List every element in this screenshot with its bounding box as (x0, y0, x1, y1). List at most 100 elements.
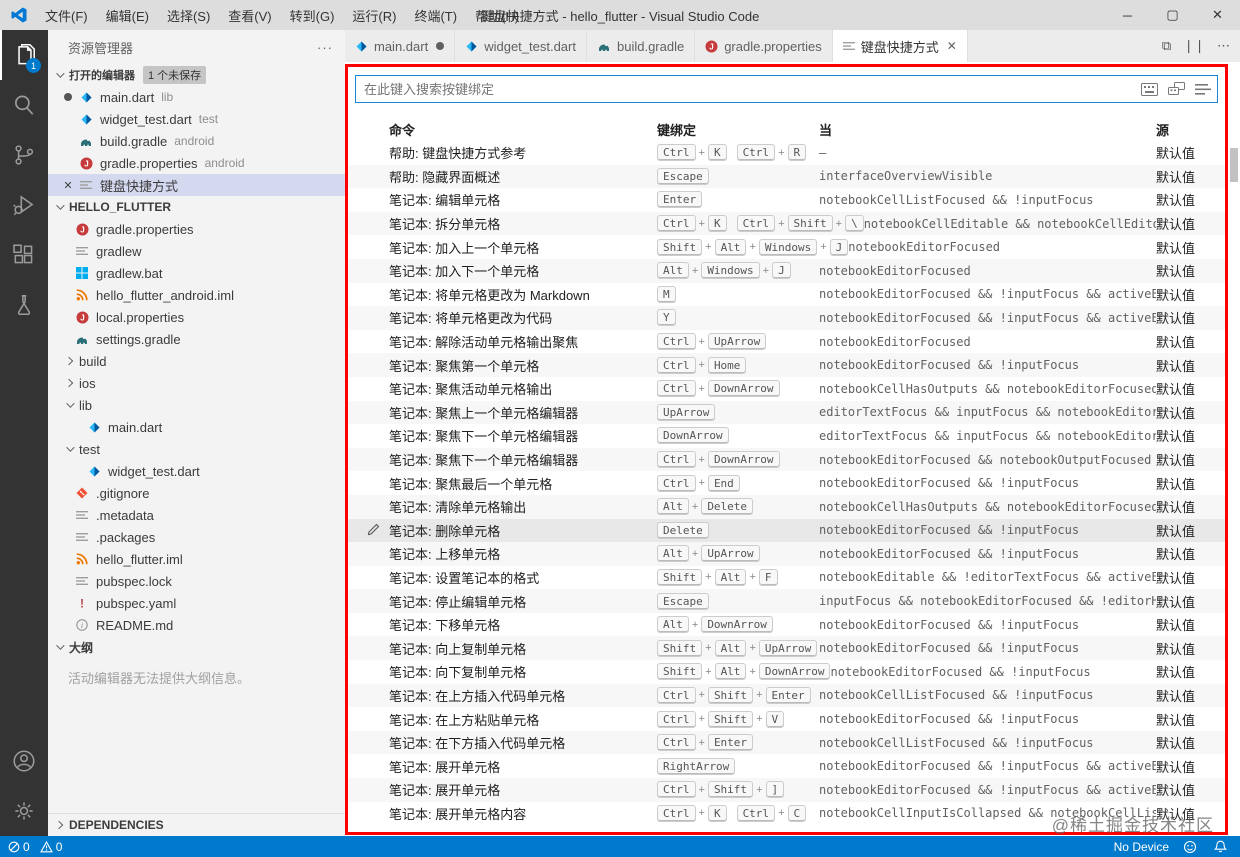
split-editor-icon[interactable]: ❘❘ (1183, 38, 1205, 54)
open-editor-item[interactable]: widget_test.dart test (48, 108, 345, 130)
tree-item[interactable]: .packages (48, 526, 345, 548)
activity-testing-icon[interactable] (0, 280, 48, 330)
activity-source-control-icon[interactable] (0, 130, 48, 180)
device-selector[interactable]: No Device (1114, 840, 1169, 854)
keybinding-row[interactable]: 笔记本: 删除单元格 Delete notebookEditorFocused &&… (345, 518, 1228, 543)
sidebar-more-actions-icon[interactable]: ··· (317, 40, 333, 55)
tree-item[interactable]: pubspec.lock (48, 570, 345, 592)
tree-item[interactable]: ! pubspec.yaml (48, 592, 345, 614)
keybinding-row[interactable]: 笔记本: 聚焦下一个单元格编辑器 Ctrl + DownArrow notebookEd… (345, 447, 1228, 472)
keybinding-row[interactable]: 笔记本: 向下复制单元格 Shift + Alt + DownArrow notebookE… (345, 660, 1228, 684)
tab-build-gradle[interactable]: build.gradle (586, 30, 696, 62)
maximize-button[interactable]: ▢ (1150, 0, 1195, 30)
activity-run-debug-icon[interactable] (0, 180, 48, 230)
tree-item[interactable]: i README.md (48, 614, 345, 636)
keybinding-row[interactable]: 笔记本: 将单元格更改为 Markdown MnotebookEditorFocu… (345, 283, 1228, 307)
keybinding-row[interactable]: 笔记本: 清除单元格输出 Alt + Delete notebookCellHasOut… (345, 494, 1228, 519)
activity-explorer-icon[interactable]: 1 (0, 30, 48, 80)
minimize-button[interactable]: ─ (1105, 0, 1150, 30)
open-editor-item[interactable]: ✕ 键盘快捷方式 (48, 174, 345, 196)
menu-item-e[interactable]: 编辑(E) (97, 9, 158, 24)
keybinding-row[interactable]: 笔记本: 展开单元格 Ctrl + Shift +] notebookEditorFocu… (345, 778, 1228, 802)
menu-item-v[interactable]: 查看(V) (219, 9, 280, 24)
activity-extensions-icon[interactable] (0, 230, 48, 280)
tab-gradle-properties[interactable]: Jgradle.properties (695, 30, 833, 62)
keybinding-row[interactable]: 笔记本: 解除活动单元格输出聚焦 Ctrl + UpArrow notebookEdit… (345, 330, 1228, 354)
tree-item[interactable]: hello_flutter.iml (48, 548, 345, 570)
close-icon[interactable]: ✕ (60, 179, 76, 192)
tab-键盘快捷方式[interactable]: 键盘快捷方式 ✕ (832, 30, 968, 62)
keybinding-row[interactable]: 笔记本: 向上复制单元格 Shift + Alt + UpArrow notebookEdi… (345, 636, 1228, 661)
keybinding-row[interactable]: 笔记本: 聚焦活动单元格输出 Ctrl + DownArrow notebookCell… (345, 377, 1228, 401)
activity-search-icon[interactable] (0, 80, 48, 130)
scrollbar-thumb[interactable] (1230, 148, 1238, 182)
open-shortcuts-json-icon[interactable]: ⧉ (1162, 38, 1171, 54)
tree-item[interactable]: hello_flutter_android.iml (48, 284, 345, 306)
column-keybinding[interactable]: 键绑定 (657, 120, 819, 139)
menu-item-s[interactable]: 选择(S) (158, 9, 219, 24)
open-editor-item[interactable]: main.dart lib (48, 86, 345, 108)
column-command[interactable]: 命令 (389, 120, 657, 139)
project-section-header[interactable]: HELLO_FLUTTER (48, 196, 345, 218)
keyboard-layouts-icon[interactable] (1168, 82, 1185, 96)
edit-pencil-icon[interactable] (367, 523, 380, 539)
keybinding-row[interactable]: 笔记本: 加入下一个单元格 Alt + Windows + JnotebookEditor… (345, 258, 1228, 283)
problems-indicator[interactable]: 0 (8, 840, 30, 854)
keybinding-row[interactable]: 笔记本: 拆分单元格 Ctrl + K Ctrl + Shift + \ notebookCell… (345, 211, 1228, 236)
dependencies-section-header[interactable]: DEPENDENCIES (48, 814, 345, 836)
tab-widget_test-dart[interactable]: widget_test.dart (455, 30, 587, 62)
tree-item[interactable]: gradlew (48, 240, 345, 262)
tree-item[interactable]: gradlew.bat (48, 262, 345, 284)
tree-item[interactable]: main.dart (48, 416, 345, 438)
tree-item[interactable]: settings.gradle (48, 328, 345, 350)
keybinding-row[interactable]: 笔记本: 展开单元格 RightArrow notebookEditorFocuse… (345, 754, 1228, 778)
tree-item-folder[interactable]: lib (48, 394, 345, 416)
open-editor-item[interactable]: build.gradle android (48, 130, 345, 152)
tree-item[interactable]: .metadata (48, 504, 345, 526)
keybinding-row[interactable]: 笔记本: 在下方插入代码单元格 Ctrl + Enter notebookCellLis… (345, 730, 1228, 755)
keybinding-row[interactable]: 笔记本: 在上方粘贴单元格 Ctrl + Shift + VnotebookEditorF… (345, 707, 1228, 731)
tree-item[interactable]: .gitignore (48, 482, 345, 504)
outline-section-header[interactable]: 大纲 (48, 636, 345, 658)
tree-item-folder[interactable]: test (48, 438, 345, 460)
keybinding-row[interactable]: 帮助: 隐藏界面概述 Escape interfaceOverviewVisible… (345, 164, 1228, 189)
tree-item[interactable]: Jgradle.properties (48, 218, 345, 240)
more-actions-icon[interactable]: ⋯ (1217, 38, 1230, 54)
menu-item-t[interactable]: 终端(T) (405, 9, 466, 24)
notifications-bell-icon[interactable] (1214, 840, 1230, 854)
tree-item[interactable]: Jlocal.properties (48, 306, 345, 328)
menu-item-f[interactable]: 文件(F) (36, 9, 97, 24)
keybinding-row[interactable]: 笔记本: 编辑单元格 Enter notebookCellListFocused &… (345, 188, 1228, 212)
keybinding-row[interactable]: 帮助: 键盘快捷方式参考 Ctrl + K Ctrl + R — 默认值 (345, 141, 1228, 165)
keybinding-row[interactable]: 笔记本: 聚焦最后一个单元格 Ctrl + End notebookEditorFocu… (345, 471, 1228, 495)
tree-item[interactable]: widget_test.dart (48, 460, 345, 482)
keybinding-row[interactable]: 笔记本: 加入上一个单元格 Shift + Alt + Windows + Jnotebook… (345, 235, 1228, 259)
tree-item-folder[interactable]: build (48, 350, 345, 372)
tree-item-folder[interactable]: ios (48, 372, 345, 394)
keybinding-row[interactable]: 笔记本: 聚焦下一个单元格编辑器 DownArrow editorTextFocus… (345, 424, 1228, 448)
feedback-icon[interactable] (1183, 840, 1200, 854)
open-editors-section-header[interactable]: 打开的编辑器 1 个未保存 (48, 64, 345, 86)
keybinding-row[interactable]: 笔记本: 将单元格更改为代码 YnotebookEditorFocused && … (345, 306, 1228, 330)
keybinding-row[interactable]: 笔记本: 停止编辑单元格 Escape inputFocus && notebook… (345, 589, 1228, 613)
column-source[interactable]: 源 (1156, 120, 1228, 139)
warnings-indicator[interactable]: 0 (39, 840, 62, 854)
menu-item-g[interactable]: 转到(G) (281, 9, 344, 24)
close-icon[interactable]: ✕ (947, 39, 957, 53)
keybinding-row[interactable]: 笔记本: 聚焦第一个单元格 Ctrl + Home notebookEditorFocu… (345, 353, 1228, 377)
keybinding-row[interactable]: 笔记本: 聚焦上一个单元格编辑器 UpArrow editorTextFocus &… (345, 400, 1228, 425)
keybinding-row[interactable]: 笔记本: 设置笔记本的格式 Shift + Alt + FnotebookEditable… (345, 566, 1228, 590)
keybinding-row[interactable]: 笔记本: 上移单元格 Alt + UpArrow notebookEditorFocus… (345, 542, 1228, 566)
record-keys-icon[interactable] (1141, 82, 1158, 96)
column-when[interactable]: 当 (819, 120, 1156, 139)
activity-settings-icon[interactable] (0, 786, 48, 836)
keybinding-row[interactable]: 笔记本: 在上方插入代码单元格 Ctrl + Shift + Enter notebookC… (345, 683, 1228, 708)
keybindings-search-input[interactable] (364, 81, 1131, 97)
tab-main-dart[interactable]: main.dart (345, 30, 456, 62)
sort-by-precedence-icon[interactable] (1195, 83, 1211, 96)
close-button[interactable]: ✕ (1195, 0, 1240, 30)
open-editor-item[interactable]: Jgradle.properties android (48, 152, 345, 174)
keybinding-row[interactable]: 笔记本: 下移单元格 Alt + DownArrow notebookEditorFoc… (345, 613, 1228, 637)
menu-item-r[interactable]: 运行(R) (343, 9, 405, 24)
activity-account-icon[interactable] (0, 736, 48, 786)
